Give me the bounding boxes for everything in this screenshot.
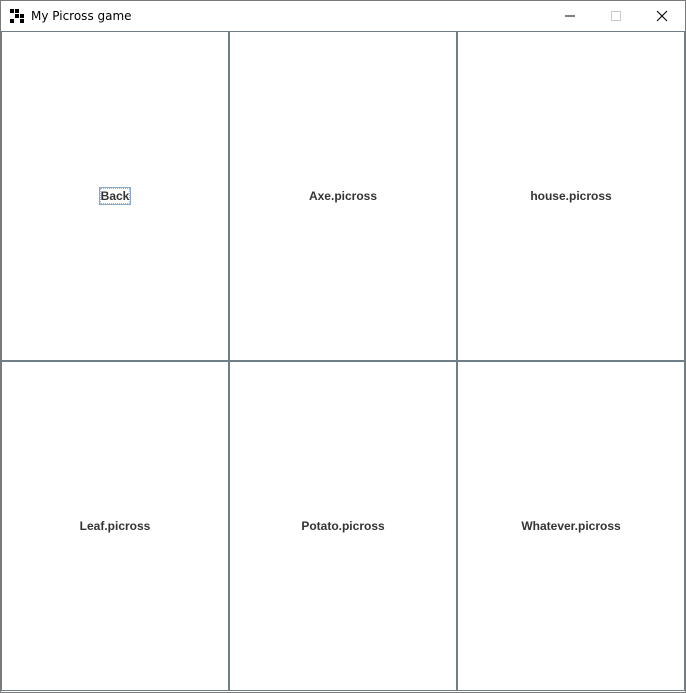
puzzle-label: Axe.picross bbox=[308, 189, 378, 203]
puzzle-label: Whatever.picross bbox=[521, 519, 621, 533]
back-button[interactable]: Back bbox=[1, 31, 229, 361]
puzzle-button-leaf[interactable]: Leaf.picross bbox=[1, 361, 229, 691]
puzzle-button-axe[interactable]: Axe.picross bbox=[229, 31, 457, 361]
minimize-button[interactable] bbox=[547, 1, 593, 31]
puzzle-grid: Back Axe.picross house.picross Leaf.picr… bbox=[1, 31, 685, 691]
close-icon bbox=[656, 10, 668, 22]
minimize-icon bbox=[565, 15, 575, 17]
close-button[interactable] bbox=[639, 1, 685, 31]
app-window: My Picross game Back Axe.picross house.p… bbox=[0, 0, 686, 693]
puzzle-label: Potato.picross bbox=[301, 519, 385, 533]
maximize-icon bbox=[611, 11, 621, 21]
back-button-label: Back bbox=[98, 187, 132, 205]
window-title: My Picross game bbox=[31, 9, 132, 23]
puzzle-label: house.picross bbox=[530, 189, 612, 203]
puzzle-button-potato[interactable]: Potato.picross bbox=[229, 361, 457, 691]
maximize-button[interactable] bbox=[593, 1, 639, 31]
puzzle-button-whatever[interactable]: Whatever.picross bbox=[457, 361, 685, 691]
app-icon bbox=[10, 9, 24, 23]
puzzle-button-house[interactable]: house.picross bbox=[457, 31, 685, 361]
title-bar[interactable]: My Picross game bbox=[1, 1, 685, 31]
puzzle-label: Leaf.picross bbox=[79, 519, 151, 533]
